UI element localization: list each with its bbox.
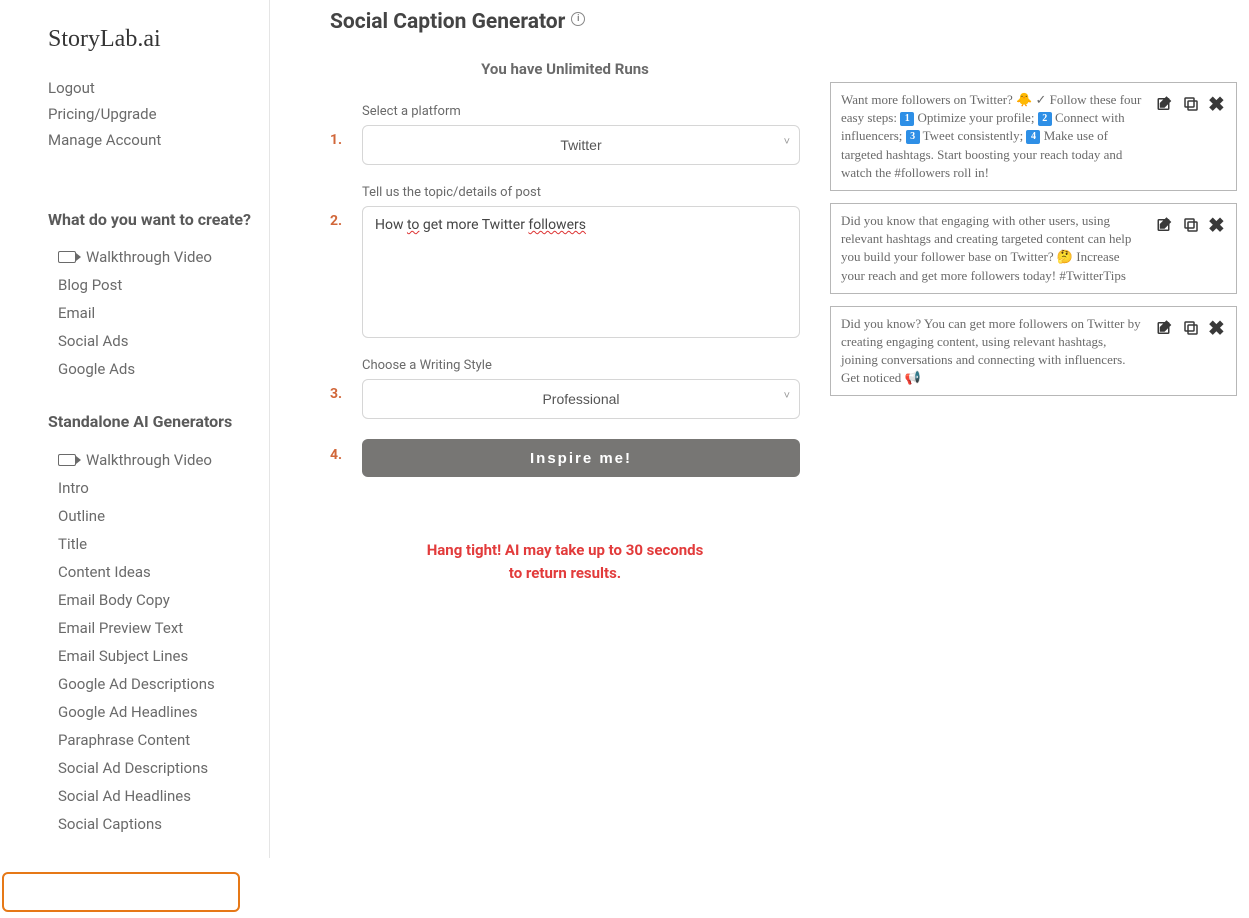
- nav-standalone-social-ad-headlines[interactable]: Social Ad Headlines: [48, 782, 269, 810]
- nav-standalone-label: Google Ad Descriptions: [58, 675, 215, 693]
- keycap-icon: 2: [1038, 112, 1052, 126]
- logout-link[interactable]: Logout: [48, 79, 269, 97]
- result-card: Did you know? You can get more followers…: [830, 306, 1237, 397]
- keycap-icon: 4: [1026, 130, 1040, 144]
- nav-standalone-email-preview-text[interactable]: Email Preview Text: [48, 614, 269, 642]
- nav-create-social-ads[interactable]: Social Ads: [48, 327, 269, 355]
- result-text: Want more followers on Twitter? 🐥 ✓ Foll…: [841, 91, 1146, 182]
- nav-create-google-ads[interactable]: Google Ads: [48, 355, 269, 383]
- nav-standalone-label: Content Ideas: [58, 563, 151, 581]
- step-number-4: 4.: [330, 447, 344, 463]
- edit-icon[interactable]: [1156, 216, 1174, 234]
- result-text: Did you know that engaging with other us…: [841, 212, 1146, 285]
- nav-standalone-email-body-copy[interactable]: Email Body Copy: [48, 586, 269, 614]
- edit-icon[interactable]: [1156, 319, 1174, 337]
- nav-standalone-label: Walkthrough Video: [86, 451, 212, 469]
- page-title: Social Caption Generator i: [330, 10, 800, 34]
- step-number-3: 3.: [330, 386, 344, 402]
- nav-standalone-intro[interactable]: Intro: [48, 474, 269, 502]
- nav-standalone-google-ad-headlines[interactable]: Google Ad Headlines: [48, 698, 269, 726]
- nav-standalone-label: Email Body Copy: [58, 591, 170, 609]
- nav-standalone-paraphrase-content[interactable]: Paraphrase Content: [48, 726, 269, 754]
- close-icon[interactable]: ✖: [1208, 216, 1226, 234]
- close-icon[interactable]: ✖: [1208, 319, 1226, 337]
- step-number-2: 2.: [330, 213, 344, 229]
- nav-standalone-google-ad-descriptions[interactable]: Google Ad Descriptions: [48, 670, 269, 698]
- nav-standalone-label: Social Captions: [58, 815, 162, 833]
- result-card: Did you know that engaging with other us…: [830, 203, 1237, 294]
- nav-create-label: Email: [58, 304, 95, 322]
- style-select[interactable]: Professional: [362, 379, 800, 419]
- step-1: 1. Select a platform Twitter: [330, 104, 800, 165]
- nav-create-label: Walkthrough Video: [86, 248, 212, 266]
- close-icon[interactable]: ✖: [1208, 95, 1226, 113]
- page-title-text: Social Caption Generator: [330, 10, 565, 34]
- sidebar: StoryLab.ai Logout Pricing/Upgrade Manag…: [0, 0, 270, 858]
- nav-standalone-label: Email Preview Text: [58, 619, 183, 637]
- nav-standalone-label: Social Ad Headlines: [58, 787, 191, 805]
- step-4: 4. Inspire me!: [330, 439, 800, 477]
- result-actions: ✖: [1156, 91, 1226, 113]
- nav-standalone-label: Title: [58, 535, 87, 553]
- nav-create-email[interactable]: Email: [48, 299, 269, 327]
- nav-standalone-label: Google Ad Headlines: [58, 703, 198, 721]
- sidebar-section-standalone: Standalone AI Generators: [48, 411, 269, 433]
- nav-standalone-label: Outline: [58, 507, 105, 525]
- manage-account-link[interactable]: Manage Account: [48, 131, 269, 149]
- nav-standalone-label: Paraphrase Content: [58, 731, 190, 749]
- topic-textarea[interactable]: How to get more Twitter followers: [362, 206, 800, 338]
- nav-standalone-title[interactable]: Title: [48, 530, 269, 558]
- results-column: Want more followers on Twitter? 🐥 ✓ Foll…: [830, 82, 1237, 838]
- video-icon: [58, 251, 76, 263]
- highlight-social-captions: [2, 872, 240, 912]
- nav-create-label: Social Ads: [58, 332, 128, 350]
- runs-remaining: You have Unlimited Runs: [330, 60, 800, 78]
- nav-create-walkthrough-video[interactable]: Walkthrough Video: [48, 243, 269, 271]
- video-icon: [58, 454, 76, 466]
- info-icon[interactable]: i: [571, 12, 585, 26]
- nav-standalone-label: Intro: [58, 479, 89, 497]
- nav-standalone-outline[interactable]: Outline: [48, 502, 269, 530]
- copy-icon[interactable]: [1182, 95, 1200, 113]
- platform-select[interactable]: Twitter: [362, 125, 800, 165]
- keycap-icon: 3: [906, 130, 920, 144]
- brand-logo: StoryLab.ai: [48, 26, 269, 53]
- copy-icon[interactable]: [1182, 319, 1200, 337]
- step-1-label: Select a platform: [362, 104, 800, 119]
- copy-icon[interactable]: [1182, 216, 1200, 234]
- step-2: 2. Tell us the topic/details of post How…: [330, 185, 800, 338]
- nav-standalone-email-subject-lines[interactable]: Email Subject Lines: [48, 642, 269, 670]
- main-content: Social Caption Generator i You have Unli…: [270, 0, 1249, 858]
- inspire-button[interactable]: Inspire me!: [362, 439, 800, 477]
- nav-standalone-label: Social Ad Descriptions: [58, 759, 208, 777]
- result-actions: ✖: [1156, 212, 1226, 234]
- loading-message: Hang tight! AI may take up to 30 seconds…: [330, 539, 800, 584]
- step-3: 3. Choose a Writing Style Professional: [330, 358, 800, 419]
- nav-standalone-social-ad-descriptions[interactable]: Social Ad Descriptions: [48, 754, 269, 782]
- pricing-link[interactable]: Pricing/Upgrade: [48, 105, 269, 123]
- account-links: Logout Pricing/Upgrade Manage Account: [48, 79, 269, 149]
- result-actions: ✖: [1156, 315, 1226, 337]
- edit-icon[interactable]: [1156, 95, 1174, 113]
- nav-standalone-walkthrough-video[interactable]: Walkthrough Video: [48, 446, 269, 474]
- nav-create-label: Blog Post: [58, 276, 122, 294]
- nav-create-label: Google Ads: [58, 360, 135, 378]
- nav-standalone-social-captions[interactable]: Social Captions: [48, 810, 269, 838]
- sidebar-section-create: What do you want to create?: [48, 209, 269, 231]
- step-number-1: 1.: [330, 132, 344, 148]
- result-card: Want more followers on Twitter? 🐥 ✓ Foll…: [830, 82, 1237, 191]
- nav-standalone-label: Email Subject Lines: [58, 647, 188, 665]
- keycap-icon: 1: [900, 112, 914, 126]
- step-3-label: Choose a Writing Style: [362, 358, 800, 373]
- form-column: Social Caption Generator i You have Unli…: [330, 10, 800, 838]
- result-text: Did you know? You can get more followers…: [841, 315, 1146, 388]
- nav-standalone-content-ideas[interactable]: Content Ideas: [48, 558, 269, 586]
- step-2-label: Tell us the topic/details of post: [362, 185, 800, 200]
- nav-create-blog-post[interactable]: Blog Post: [48, 271, 269, 299]
